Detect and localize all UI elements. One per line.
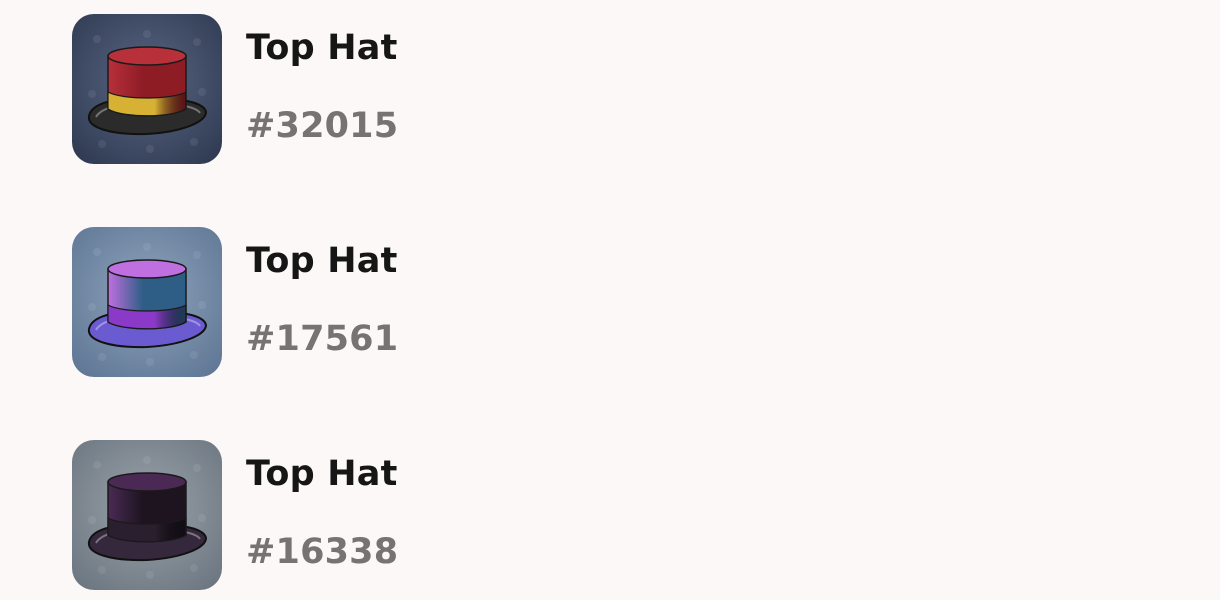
top-hat-red-icon — [72, 14, 222, 164]
item-title: Top Hat — [246, 454, 398, 494]
list-item[interactable]: Top Hat #16338 — [72, 440, 1172, 590]
item-code: #17561 — [246, 319, 399, 359]
item-code: #32015 — [246, 106, 399, 146]
list-item[interactable]: Top Hat #17561 — [72, 227, 1172, 377]
item-code: #16338 — [246, 532, 399, 572]
item-title: Top Hat — [246, 241, 398, 281]
hat-list: Top Hat #32015 Top Hat #17561 Top Hat #1… — [72, 14, 1172, 590]
top-hat-blue-violet-icon — [72, 227, 222, 377]
list-item[interactable]: Top Hat #32015 — [72, 14, 1172, 164]
item-title: Top Hat — [246, 28, 398, 68]
top-hat-black-purple-icon — [72, 440, 222, 590]
